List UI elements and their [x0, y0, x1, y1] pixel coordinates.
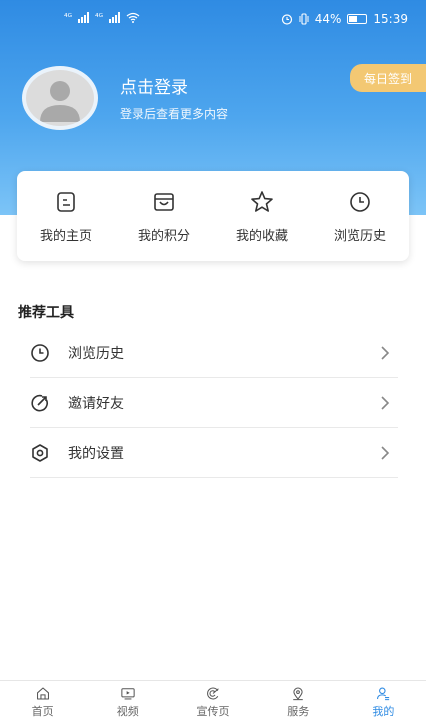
location-icon	[293, 687, 303, 701]
user-icon	[377, 687, 390, 701]
clock-icon	[31, 343, 49, 362]
quick-action-label: 我的主页	[39, 228, 92, 244]
quick-action-favorites[interactable]: 我的收藏	[213, 171, 311, 261]
quick-action-points[interactable]: 我的积分	[115, 171, 213, 261]
tool-item-label: 我的设置	[68, 445, 124, 462]
tools-list: 浏览历史 邀请好友 我的设置	[30, 328, 398, 478]
swirl-icon	[207, 687, 219, 700]
home-icon	[36, 687, 49, 700]
settings-icon	[32, 443, 48, 462]
tool-item-settings[interactable]: 我的设置	[30, 428, 398, 478]
tab-promo[interactable]: 宣传页	[170, 681, 255, 719]
tool-item-invite[interactable]: 邀请好友	[30, 378, 398, 428]
tab-label: 服务	[287, 705, 310, 718]
quick-action-label: 浏览历史	[333, 228, 386, 244]
homepage-icon	[57, 191, 75, 212]
tab-home[interactable]: 首页	[0, 681, 85, 719]
signal-label-2: ⁴ᴳ	[95, 12, 103, 23]
daily-checkin-button[interactable]: 每日签到	[350, 64, 426, 92]
tab-service[interactable]: 服务	[256, 681, 341, 719]
signal-label-1: ⁴ᴳ	[64, 12, 72, 23]
tool-item-history[interactable]: 浏览历史	[30, 328, 398, 378]
tab-mine[interactable]: 我的	[341, 681, 426, 719]
clock-icon	[350, 191, 370, 212]
tab-label: 首页	[31, 705, 54, 718]
alarm-icon	[281, 14, 292, 25]
quick-action-homepage[interactable]: 我的主页	[17, 171, 115, 261]
quick-action-label: 我的收藏	[235, 228, 288, 244]
quick-action-label: 我的积分	[137, 228, 190, 244]
tab-label: 我的	[372, 705, 395, 718]
chevron-right-icon	[381, 396, 390, 410]
signal-icon-2	[109, 12, 120, 23]
tab-video[interactable]: 视频	[85, 681, 170, 719]
tab-label: 宣传页	[196, 705, 230, 718]
bottom-tab-bar: 首页 视频 宣传页 服务 我的	[0, 680, 426, 719]
tool-item-label: 浏览历史	[68, 345, 124, 362]
bag-icon	[154, 192, 174, 211]
quick-action-history[interactable]: 浏览历史	[311, 171, 409, 261]
clock-time: 15:39	[373, 12, 408, 26]
tool-item-label: 邀请好友	[68, 395, 124, 412]
tv-icon	[121, 688, 135, 700]
chevron-right-icon	[381, 446, 390, 460]
star-icon	[251, 190, 273, 212]
battery-icon	[347, 14, 368, 24]
battery-percent: 44%	[314, 12, 342, 26]
tools-section-title: 推荐工具	[18, 305, 74, 321]
login-title[interactable]: 点击登录	[120, 73, 188, 98]
vibrate-icon	[299, 13, 309, 25]
login-subtitle: 登录后查看更多内容	[120, 107, 229, 121]
refresh-icon	[31, 394, 48, 411]
wifi-icon	[126, 12, 140, 23]
status-bar: ⁴ᴳ ⁴ᴳ 44% 15:39	[0, 0, 426, 40]
chevron-right-icon	[381, 346, 390, 360]
quick-actions-card: 我的主页 我的积分 我的收藏 浏览历史	[17, 171, 409, 261]
avatar-person-icon	[40, 81, 80, 122]
avatar[interactable]	[22, 66, 98, 130]
tab-label: 视频	[116, 705, 139, 718]
signal-icon	[78, 12, 89, 23]
